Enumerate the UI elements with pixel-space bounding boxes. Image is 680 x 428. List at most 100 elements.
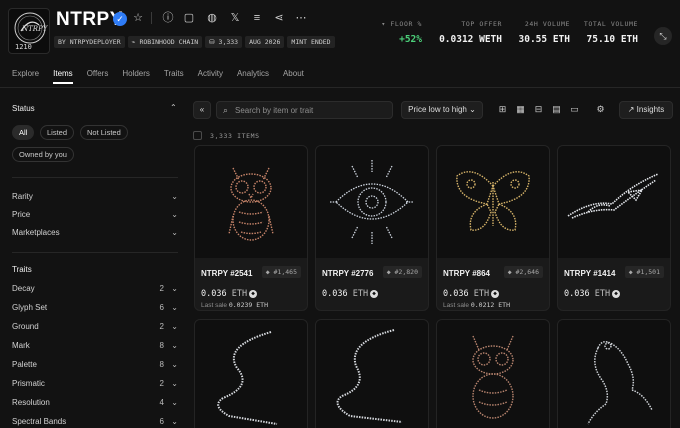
search-box[interactable]: ⌕	[216, 101, 393, 119]
item-card[interactable]	[436, 319, 550, 428]
item-card[interactable]	[194, 319, 308, 428]
supply-tag: ⛁ 3,333	[205, 36, 243, 48]
trait-label: Palette	[12, 360, 37, 369]
wave-art-icon	[217, 331, 278, 425]
filter-label: Marketplaces	[12, 228, 60, 237]
owl-art-icon	[228, 167, 274, 241]
info-icon[interactable]: ⓘ	[161, 11, 175, 25]
item-name: NTRPY #864	[443, 269, 490, 278]
select-all-checkbox[interactable]	[193, 131, 202, 140]
tab-traits[interactable]: Traits	[164, 69, 184, 78]
nft-image	[195, 320, 307, 428]
item-card[interactable]: NTRPY #2776 ◆ #2,820 0.036 ETH ◆	[315, 145, 429, 311]
chevron-down-icon: ⌄	[171, 192, 178, 201]
filter-label: Price	[12, 210, 31, 219]
list-view-icon[interactable]: ▤	[551, 104, 562, 115]
item-card[interactable]: NTRPY #864 ◆ #2,646 0.036 ETH ◆ Last sale…	[436, 145, 550, 311]
insights-button[interactable]: ↗ Insights	[619, 101, 673, 119]
mint-status-tag: MINT ENDED	[287, 36, 335, 48]
last-sale: Last sale 0.0212 ETH	[443, 301, 510, 309]
sort-dropdown[interactable]: Price low to high ⌄	[401, 101, 483, 119]
stat-total-volume: TOTAL VOLUME 75.10 ETH	[584, 20, 638, 45]
tab-explore[interactable]: Explore	[12, 69, 39, 78]
chat-icon[interactable]: ▢	[182, 11, 196, 25]
item-count: 3,333 ITEMS	[210, 132, 260, 140]
search-input[interactable]	[235, 103, 390, 117]
filter-price[interactable]: Price ⌄	[12, 208, 178, 222]
expand-icon[interactable]: ⤡	[654, 27, 672, 45]
grid-medium-icon[interactable]: ▦	[515, 104, 526, 115]
creator-tag[interactable]: BY NTRPYDEPLOYER	[54, 36, 125, 48]
table-view-icon[interactable]: ▭	[569, 104, 580, 115]
trait-spectral-bands[interactable]: Spectral Bands 6 ⌄	[12, 415, 178, 428]
item-card[interactable]	[557, 319, 671, 428]
collection-header: NTRPY 1210 NTRPY ✓ ☆ ⓘ ▢ ◍ 𝕏 ≡ ⋖ ⋯ BY NT…	[0, 0, 680, 62]
insights-label: Insights	[636, 105, 665, 114]
tab-holders[interactable]: Holders	[122, 69, 150, 78]
butterfly-art-icon	[456, 171, 530, 231]
item-card[interactable]	[315, 319, 429, 428]
header-divider	[151, 12, 152, 24]
eye-art-icon	[330, 160, 414, 244]
item-name: NTRPY #2776	[322, 269, 374, 278]
tab-activity[interactable]: Activity	[198, 69, 223, 78]
trait-count: 2	[159, 284, 164, 293]
filter-marketplaces[interactable]: Marketplaces ⌄	[12, 226, 178, 240]
svg-text:NTRPY: NTRPY	[21, 25, 49, 33]
collection-tags: BY NTRPYDEPLOYER ⌁ ROBINHOOD CHAIN ⛁ 3,3…	[54, 36, 335, 48]
nft-image	[437, 320, 549, 428]
trait-ground[interactable]: Ground 2 ⌄	[12, 320, 178, 334]
chevron-down-icon: ⌄	[171, 398, 178, 407]
tab-about[interactable]: About	[283, 69, 304, 78]
filter-label: Rarity	[12, 192, 33, 201]
item-price: 0.036 ETH ◆	[564, 289, 621, 299]
x-icon[interactable]: 𝕏	[228, 11, 242, 25]
rarity-rank: ◆ #1,501	[624, 266, 664, 278]
nft-image	[195, 146, 307, 258]
grid-small-icon[interactable]: ⊟	[533, 104, 544, 115]
trait-label: Decay	[12, 284, 35, 293]
status-owned-pill[interactable]: Owned by you	[12, 147, 74, 162]
chevron-up-icon[interactable]: ⌃	[170, 103, 177, 112]
tab-offers[interactable]: Offers	[87, 69, 109, 78]
chevron-down-icon: ⌄	[171, 360, 178, 369]
grid-large-icon[interactable]: ⊞	[497, 104, 508, 115]
tab-items[interactable]: Items	[53, 69, 73, 84]
trait-prismatic[interactable]: Prismatic 2 ⌄	[12, 377, 178, 391]
filter-rarity[interactable]: Rarity ⌄	[12, 190, 178, 204]
settings-icon[interactable]: ⚙	[595, 104, 606, 115]
trait-mark[interactable]: Mark 8 ⌄	[12, 339, 178, 353]
trait-decay[interactable]: Decay 2 ⌄	[12, 282, 178, 296]
status-not-listed-pill[interactable]: Not Listed	[80, 125, 128, 140]
tab-analytics[interactable]: Analytics	[237, 69, 269, 78]
trait-glyph-set[interactable]: Glyph Set 6 ⌄	[12, 301, 178, 315]
trait-resolution[interactable]: Resolution 4 ⌄	[12, 396, 178, 410]
item-card[interactable]: NTRPY #2541 ◆ #1,465 0.036 ETH ◆ Last sal…	[194, 145, 308, 311]
item-name: NTRPY #2541	[201, 269, 253, 278]
traits-title: Traits	[12, 265, 32, 274]
stat-value: 0.0312 WETH	[439, 34, 502, 45]
trait-count: 8	[159, 341, 164, 350]
abstract-art-icon	[567, 173, 659, 219]
more-icon[interactable]: ⋯	[294, 11, 308, 25]
sidebar-divider	[12, 252, 178, 253]
eth-icon: ◆	[491, 290, 500, 298]
item-price: 0.036 ETH ◆	[322, 289, 379, 299]
collection-logo[interactable]: NTRPY 1210	[8, 8, 50, 54]
stat-floor: ▾ FLOOR % +52%	[381, 20, 422, 45]
globe-icon[interactable]: ◍	[205, 11, 219, 25]
status-all-pill[interactable]: All	[12, 125, 35, 140]
share-icon[interactable]: ⋖	[272, 11, 286, 25]
star-icon[interactable]: ☆	[131, 11, 145, 25]
trait-palette[interactable]: Palette 8 ⌄	[12, 358, 178, 372]
stat-top-offer: TOP OFFER 0.0312 WETH	[439, 20, 502, 45]
stat-value: 30.55 ETH	[518, 34, 570, 45]
item-card[interactable]: NTRPY #1414 ◆ #1,501 0.036 ETH ◆	[557, 145, 671, 311]
collapse-sidebar-button[interactable]: «	[193, 101, 211, 119]
stack-icon[interactable]: ≡	[250, 11, 264, 25]
search-icon: ⌕	[223, 105, 229, 115]
trait-count: 4	[159, 398, 164, 407]
filter-sidebar: Status ⌃ All Listed Not Listed Owned by …	[0, 88, 186, 428]
stat-24h-volume: 24H VOLUME 30.55 ETH	[519, 20, 570, 45]
status-listed-pill[interactable]: Listed	[40, 125, 75, 140]
